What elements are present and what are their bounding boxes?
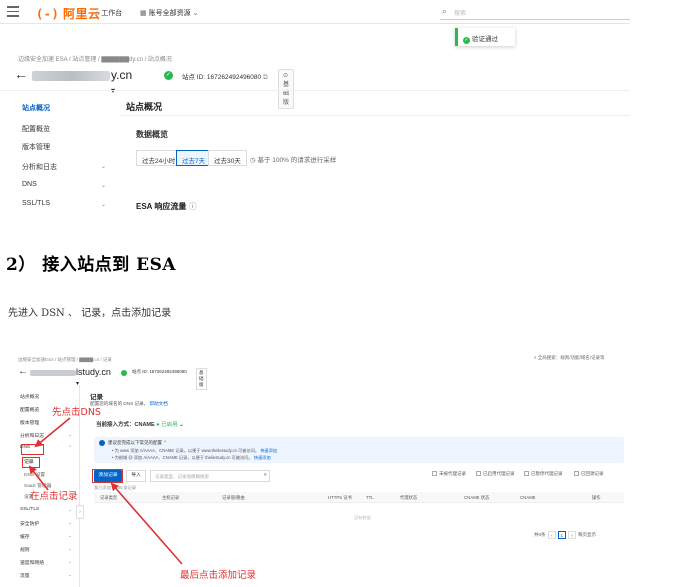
arrow-to-records: [28, 465, 49, 491]
arrow-to-add-record: [110, 482, 183, 565]
arrow-to-dns: [34, 417, 71, 448]
annotation-arrows: [28, 417, 183, 565]
